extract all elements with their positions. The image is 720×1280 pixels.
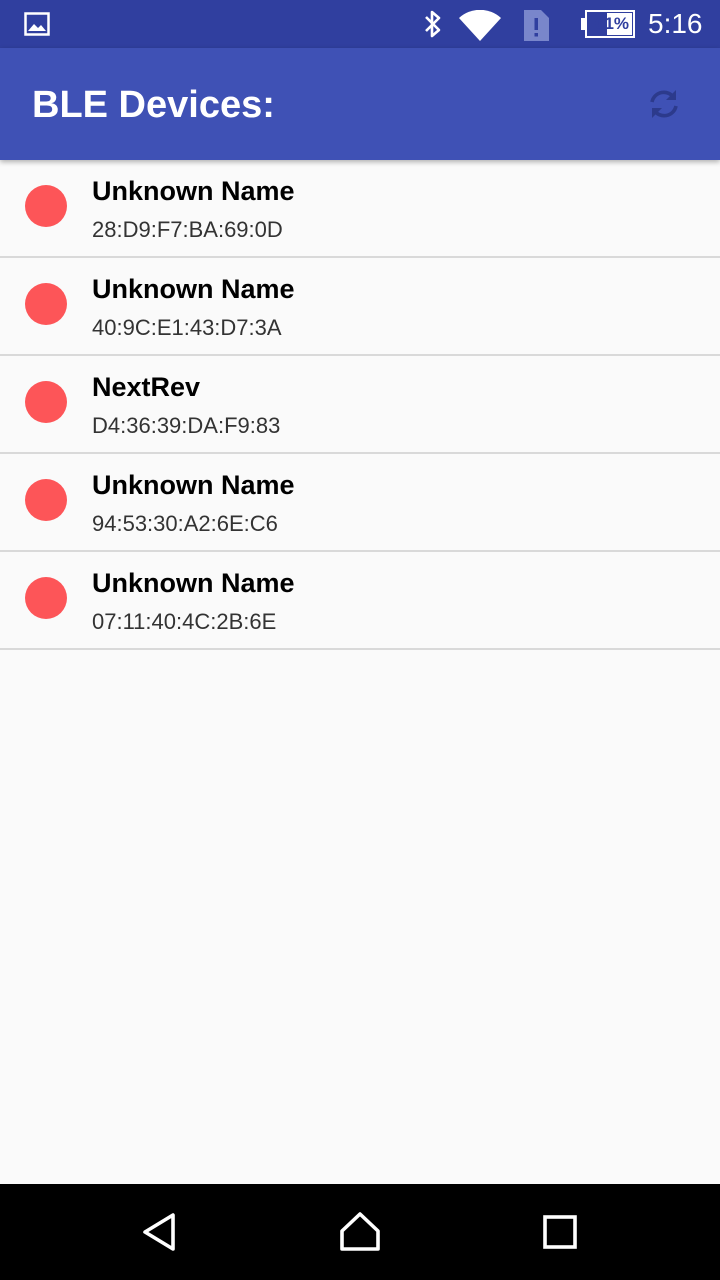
status-dot [25, 479, 67, 521]
status-dot [25, 381, 67, 423]
status-dot [25, 283, 67, 325]
bluetooth-icon [425, 10, 441, 38]
device-name: Unknown Name [92, 274, 295, 304]
back-button[interactable] [128, 1200, 192, 1264]
device-address: D4:36:39:DA:F9:83 [92, 413, 281, 438]
recents-button[interactable] [528, 1200, 592, 1264]
status-dot [25, 185, 67, 227]
home-icon [340, 1212, 380, 1251]
device-list-item[interactable]: Unknown Name 94:53:30:A2:6E:C6 [0, 454, 720, 552]
refresh-button[interactable] [640, 80, 688, 128]
navigation-bar [0, 1184, 720, 1280]
sim-alert-icon [524, 10, 549, 41]
device-address: 94:53:30:A2:6E:C6 [92, 511, 278, 536]
status-bar: 61% 5:16 [0, 0, 720, 48]
device-list-item[interactable]: Unknown Name 40:9C:E1:43:D7:3A [0, 258, 720, 356]
gallery-icon [24, 12, 50, 36]
wifi-icon [459, 10, 501, 41]
device-name: Unknown Name [92, 470, 295, 500]
device-list-item[interactable]: Unknown Name 07:11:40:4C:2B:6E [0, 552, 720, 650]
device-name: Unknown Name [92, 176, 295, 206]
app-bar: BLE Devices: [0, 48, 720, 160]
device-name: Unknown Name [92, 568, 295, 598]
device-list-item[interactable]: Unknown Name 28:D9:F7:BA:69:0D [0, 160, 720, 258]
home-button[interactable] [328, 1200, 392, 1264]
device-list-item[interactable]: NextRev D4:36:39:DA:F9:83 [0, 356, 720, 454]
status-dot [25, 577, 67, 619]
device-address: 28:D9:F7:BA:69:0D [92, 217, 283, 242]
status-clock: 5:16 [648, 8, 703, 39]
back-icon [143, 1213, 175, 1251]
device-address: 07:11:40:4C:2B:6E [92, 609, 277, 634]
recents-icon [543, 1215, 577, 1249]
device-list: Unknown Name 28:D9:F7:BA:69:0D Unknown N… [0, 160, 720, 650]
battery-percentage: 61% [594, 14, 630, 33]
page-title: BLE Devices: [32, 84, 275, 126]
device-name: NextRev [92, 372, 201, 402]
refresh-icon [650, 90, 678, 118]
device-address: 40:9C:E1:43:D7:3A [92, 315, 282, 340]
